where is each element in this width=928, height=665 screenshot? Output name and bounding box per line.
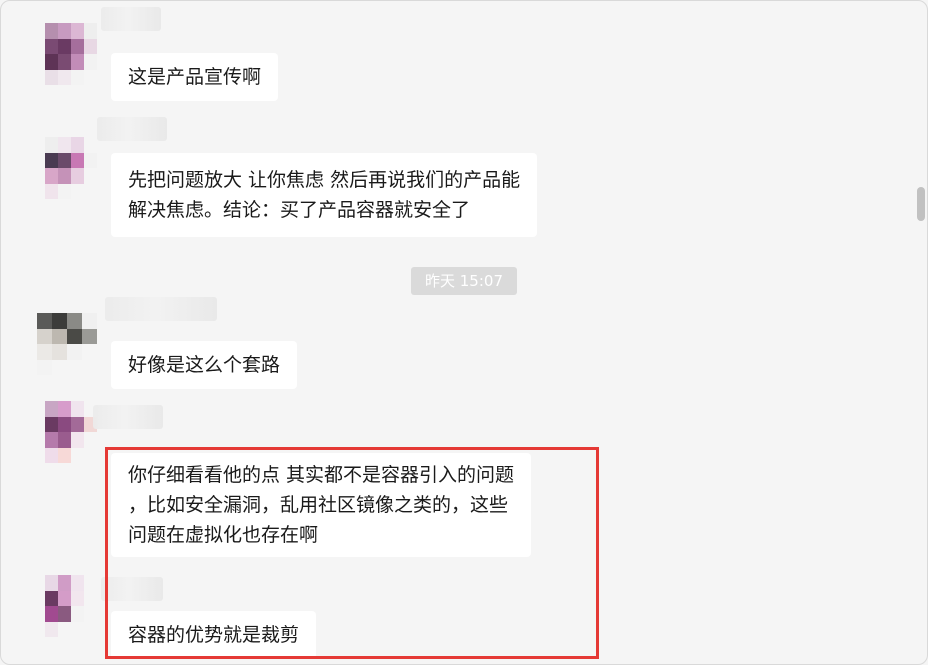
scrollbar-thumb[interactable] [917,187,925,221]
avatar[interactable] [45,401,97,463]
avatar[interactable] [45,137,97,199]
avatar[interactable] [45,575,97,637]
message-bubble[interactable]: 这是产品宣传啊 [111,53,279,101]
message-text: 先把问题放大 让你焦虑 然后再说我们的产品能 [128,169,521,191]
message-bubble[interactable]: 先把问题放大 让你焦虑 然后再说我们的产品能 解决焦虑。结论：买了产品容器就安全… [111,153,538,237]
message-text: 这是产品宣传啊 [128,66,262,88]
highlight-box [105,447,599,659]
sender-name-blurred [101,7,161,31]
chat-panel: 这是产品宣传啊 先把问题放大 让你焦虑 然后再说我们的产品能 解决焦虑。结论：买… [0,0,928,665]
avatar[interactable] [45,23,97,85]
sender-name-blurred [105,297,217,321]
sender-name-blurred [93,405,163,429]
timestamp-divider: 昨天 15:07 [411,267,517,295]
message-text: 解决焦虑。结论：买了产品容器就安全了 [128,199,471,221]
message-text: 好像是这么个套路 [128,354,281,376]
avatar[interactable] [37,313,97,375]
message-bubble[interactable]: 好像是这么个套路 [111,341,298,389]
sender-name-blurred [97,117,167,141]
